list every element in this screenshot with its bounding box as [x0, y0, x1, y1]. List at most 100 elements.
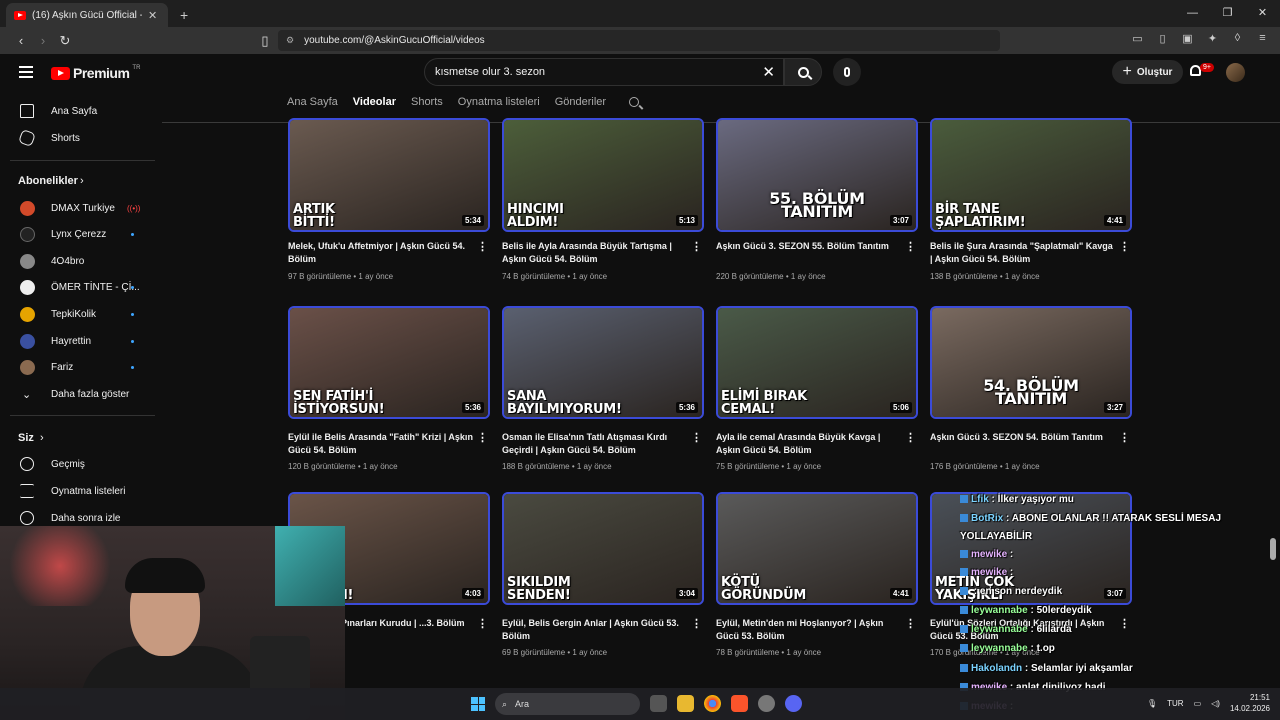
video-title[interactable]: Belis ile Ayla Arasında Büyük Tartışma |… — [502, 240, 687, 266]
wallet-icon[interactable]: ▣ — [1180, 32, 1195, 47]
video-thumbnail[interactable]: 55. BÖLÜM TANITIM 3:07 — [716, 118, 918, 232]
browser-tab[interactable]: (16) Aşkın Gücü Official - YouTube ✕ — [6, 3, 168, 27]
sidebar-item-home[interactable]: Ana Sayfa — [0, 98, 160, 124]
more-options-icon[interactable]: ⋮ — [691, 431, 702, 444]
file-explorer-icon[interactable] — [677, 695, 694, 712]
sidebar-item-sub[interactable]: ÖMER TİNTE - Çİ... — [0, 274, 160, 300]
close-window-icon[interactable]: ✕ — [1245, 0, 1280, 27]
discord-icon[interactable] — [785, 695, 802, 712]
minimize-icon[interactable]: — — [1175, 0, 1210, 27]
tab-shorts[interactable]: Shorts — [411, 96, 443, 108]
network-icon[interactable]: ▭ — [1194, 699, 1202, 708]
clock[interactable]: 21:51 14.02.2026 — [1230, 692, 1270, 714]
youtube-logo[interactable]: Premium TR — [51, 65, 140, 81]
video-title[interactable]: Belis ile Şura Arasında "Şaplatmalı" Kav… — [930, 240, 1115, 266]
brave-icon[interactable] — [731, 695, 748, 712]
video-thumbnail[interactable]: 54. BÖLÜM TANITIM 3:27 — [930, 306, 1132, 419]
chrome-icon[interactable] — [704, 695, 721, 712]
sidebar-item-shorts[interactable]: Shorts — [0, 125, 160, 151]
video-thumbnail[interactable]: KÖTÜ GÖRÜNDÜM 4:41 — [716, 492, 918, 605]
close-tab-icon[interactable]: ✕ — [148, 9, 157, 22]
mic-tray-icon[interactable]: 🎙 — [1147, 699, 1157, 708]
video-title[interactable]: Eylül ile Belis Arasında "Fatih" Krizi |… — [288, 431, 473, 457]
vpn-icon[interactable]: ◊ — [1230, 32, 1245, 47]
new-tab-icon[interactable]: + — [180, 7, 188, 23]
page-scrollbar[interactable] — [1270, 538, 1276, 560]
task-view-icon[interactable] — [650, 695, 667, 712]
video-title[interactable]: Eylül, Metin'den mi Hoşlanıyor? | Aşkın … — [716, 617, 901, 643]
video-title[interactable]: Ayla ile cemal Arasında Büyük Kavga | Aş… — [716, 431, 901, 457]
tab-home[interactable]: Ana Sayfa — [287, 96, 338, 108]
more-options-icon[interactable]: ⋮ — [477, 431, 488, 444]
more-options-icon[interactable]: ⋮ — [905, 240, 916, 253]
search-button[interactable] — [784, 58, 822, 86]
reload-icon[interactable]: ↻ — [54, 33, 76, 49]
sidebar-item-sub[interactable]: Lynx Çerezz — [0, 221, 160, 247]
sidebar-item-sub[interactable]: 4O4bro — [0, 248, 160, 274]
video-thumbnail[interactable]: SEN FATİH'İ İSTİYORSUN! 5:36 — [288, 306, 490, 419]
url-field[interactable]: ⚙ youtube.com/@AskinGucuOfficial/videos — [278, 30, 1000, 51]
voice-search-button[interactable] — [833, 58, 861, 86]
video-thumbnail[interactable]: HINCIMI ALDIM! 5:13 — [502, 118, 704, 232]
video-thumbnail[interactable]: SANA BAYILMIYORUM! 5:36 — [502, 306, 704, 419]
create-button[interactable]: + Oluştur — [1112, 60, 1183, 84]
more-options-icon[interactable]: ⋮ — [477, 240, 488, 253]
bookmark-icon[interactable]: ▯ — [254, 33, 276, 49]
more-options-icon[interactable]: ⋮ — [691, 240, 702, 253]
more-options-icon[interactable]: ⋮ — [905, 617, 916, 630]
back-icon[interactable]: ‹ — [10, 33, 32, 48]
volume-icon[interactable]: ◁) — [1211, 699, 1220, 708]
sidebar-item-history[interactable]: Geçmiş — [0, 451, 160, 477]
chat-text: ABONE OLANLAR !! ATARAK SESLİ MESAJ — [1011, 513, 1222, 524]
view-count: 220 B görüntüleme — [716, 272, 784, 281]
forward-icon[interactable]: › — [32, 33, 54, 48]
menu-icon[interactable]: ≡ — [1255, 32, 1270, 47]
app-icon[interactable] — [758, 695, 775, 712]
clear-search-icon[interactable]: ✕ — [762, 63, 775, 81]
sidebar-item-label: Lynx Çerezz — [51, 228, 107, 240]
more-options-icon[interactable]: ⋮ — [477, 617, 488, 630]
chat-separator: : — [988, 494, 998, 505]
sidebar-item-sub[interactable]: Fariz — [0, 354, 160, 380]
video-thumbnail[interactable]: ARTIK BİTTİ! 5:34 — [288, 118, 490, 232]
video-thumbnail[interactable]: ELİMİ BIRAK CEMAL! 5:06 — [716, 306, 918, 419]
video-title[interactable]: Eylül, Belis Gergin Anlar | Aşkın Gücü 5… — [502, 617, 687, 643]
taskbar-search[interactable]: ⌕ Ara — [495, 693, 640, 715]
tab-videos[interactable]: Videolar — [353, 96, 396, 108]
more-options-icon[interactable]: ⋮ — [905, 431, 916, 444]
video-title[interactable]: Melek, Ufuk'u Affetmiyor | Aşkın Gücü 54… — [288, 240, 473, 266]
video-title[interactable]: Aşkın Gücü 3. SEZON 54. Bölüm Tanıtım — [930, 431, 1115, 444]
maximize-icon[interactable]: ❐ — [1210, 0, 1245, 27]
sidebar-item-sub[interactable]: DMAX Turkiye ((•)) — [0, 195, 160, 221]
ai-icon[interactable]: ✦ — [1205, 32, 1220, 47]
sidebar-item-playlists[interactable]: Oynatma listeleri — [0, 478, 160, 504]
search-input[interactable]: kısmetse olur 3. sezon ✕ — [424, 58, 784, 86]
language-indicator[interactable]: TUR — [1167, 699, 1183, 708]
video-thumbnail[interactable]: SIKILDIM SENDEN! 3:04 — [502, 492, 704, 605]
chat-separator: : — [1027, 643, 1037, 654]
cast-icon[interactable]: ▭ — [1130, 32, 1145, 47]
show-more-button[interactable]: ⌄ Daha fazla göster — [0, 381, 160, 407]
channel-search-icon[interactable] — [629, 97, 640, 107]
tab-playlists[interactable]: Oynatma listeleri — [458, 96, 540, 108]
windows-start-icon[interactable] — [471, 697, 485, 711]
account-avatar[interactable] — [1226, 63, 1245, 82]
more-options-icon[interactable]: ⋮ — [1119, 617, 1130, 630]
site-info-icon[interactable]: ⚙ — [286, 35, 294, 46]
subscriptions-heading[interactable]: Abonelikler › — [0, 168, 160, 194]
hamburger-menu-icon[interactable] — [19, 66, 33, 81]
more-options-icon[interactable]: ⋮ — [1119, 431, 1130, 444]
video-thumbnail[interactable]: BİR TANE ŞAPLATIRIM! 4:41 — [930, 118, 1132, 232]
chat-username: leywannabe — [971, 643, 1028, 654]
you-heading[interactable]: Siz › — [0, 425, 160, 451]
more-options-icon[interactable]: ⋮ — [691, 617, 702, 630]
sidebar-icon[interactable]: ▯ — [1155, 32, 1170, 47]
more-options-icon[interactable]: ⋮ — [1119, 240, 1130, 253]
sidebar-item-sub[interactable]: TepkiKolik — [0, 301, 160, 327]
video-title[interactable]: Aşkın Gücü 3. SEZON 55. Bölüm Tanıtım — [716, 240, 901, 253]
video-title[interactable]: Osman ile Elisa'nın Tatlı Atışması Kırdı… — [502, 431, 687, 457]
sidebar-item-sub[interactable]: Hayrettin — [0, 328, 160, 354]
chat-badge-icon — [960, 664, 968, 673]
video-duration: 4:41 — [1103, 215, 1126, 226]
tab-posts[interactable]: Gönderiler — [555, 96, 606, 108]
